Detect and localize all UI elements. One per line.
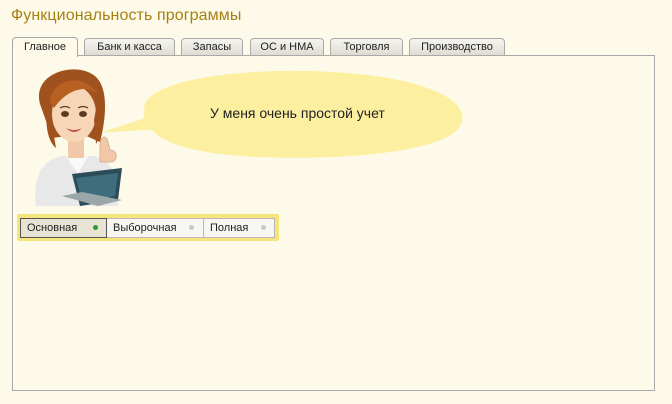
- tab-main[interactable]: Главное: [12, 37, 78, 57]
- tab-inventory[interactable]: Запасы: [181, 38, 243, 55]
- mode-full-label: Полная: [210, 222, 249, 234]
- tab-fixed-assets[interactable]: ОС и НМА: [250, 38, 324, 55]
- accounting-mode-switch: Основная Выборочная Полная: [17, 214, 279, 241]
- tab-trade[interactable]: Торговля: [330, 38, 403, 55]
- tab-production[interactable]: Производство: [409, 38, 505, 55]
- mode-selective-label: Выборочная: [113, 222, 177, 234]
- unselected-indicator-icon: [189, 225, 194, 230]
- mode-selective-button[interactable]: Выборочная: [107, 219, 204, 237]
- selected-indicator-icon: [93, 225, 98, 230]
- mode-full-button[interactable]: Полная: [204, 219, 274, 237]
- page-title: Функциональность программы: [11, 7, 242, 24]
- tab-bank-cash[interactable]: Банк и касса: [84, 38, 175, 55]
- mode-basic-button[interactable]: Основная: [20, 218, 107, 238]
- mode-basic-label: Основная: [27, 222, 78, 234]
- unselected-indicator-icon: [261, 225, 266, 230]
- speech-bubble-text: У меня очень простой учет: [210, 105, 385, 121]
